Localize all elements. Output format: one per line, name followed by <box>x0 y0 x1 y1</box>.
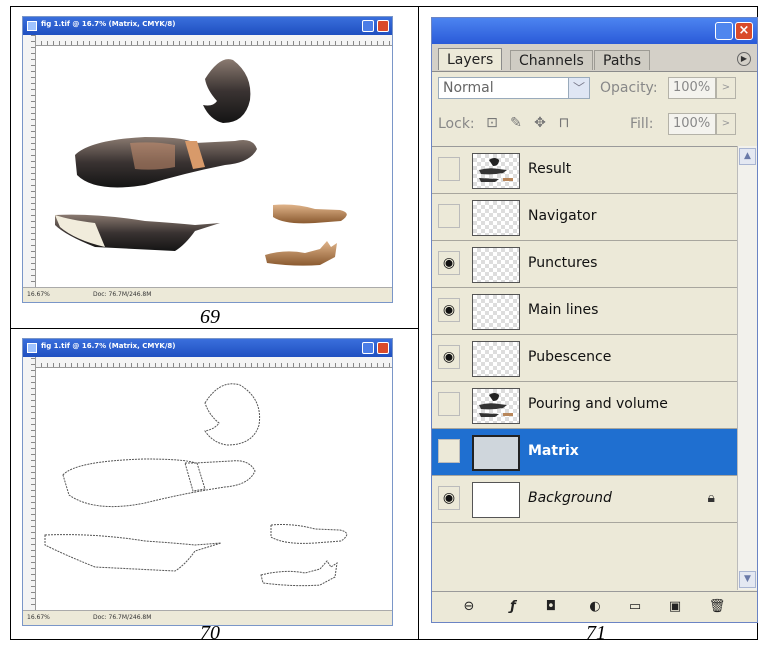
visibility-toggle[interactable] <box>438 392 460 416</box>
link-layers-icon[interactable]: ⊖ <box>460 598 478 616</box>
lock-image-icon[interactable]: ✎ <box>508 115 524 131</box>
photoshop-doc-icon <box>27 343 37 353</box>
grid-bottom <box>10 639 758 640</box>
layer-thumbnail <box>472 341 520 377</box>
eye-icon[interactable]: ◉ <box>438 345 460 369</box>
caption-71: 71 <box>586 622 606 644</box>
layer-result[interactable]: Result <box>432 147 737 194</box>
layer-name: Background <box>528 490 612 506</box>
document-canvas[interactable] <box>35 45 392 288</box>
layer-matrix[interactable]: Matrix <box>432 429 737 476</box>
layer-name: Punctures <box>528 255 598 271</box>
visibility-toggle[interactable] <box>438 204 460 228</box>
opacity-label: Opacity: <box>600 80 658 96</box>
layer-name: Main lines <box>528 302 599 318</box>
doc-size: Doc: 76.7M/246.8M <box>93 614 152 621</box>
doc-titlebar: fig 1.tif @ 16.7% (Matrix, CMYK/8) <box>23 339 392 357</box>
layers-list: Result Navigator ◉ Punctures ◉ Main line… <box>432 146 737 591</box>
document-canvas[interactable] <box>35 367 392 611</box>
photoshop-doc-icon <box>27 21 37 31</box>
layer-thumbnail <box>472 200 520 236</box>
layer-mask-icon[interactable]: ◘ <box>542 598 560 616</box>
insect-parts-color <box>55 59 347 266</box>
minimize-icon[interactable] <box>362 342 374 354</box>
layer-background[interactable]: ◉ Background 🔒︎ <box>432 476 737 523</box>
tab-layers[interactable]: Layers <box>438 48 503 70</box>
layer-name: Matrix <box>528 443 579 459</box>
zoom-level[interactable]: 16.67% <box>27 291 50 298</box>
layer-pubescence[interactable]: ◉ Pubescence <box>432 335 737 382</box>
document-window-69: fig 1.tif @ 16.7% (Matrix, CMYK/8) 16.67… <box>22 16 393 303</box>
fill-arrow-icon[interactable]: > <box>716 113 736 135</box>
lock-label: Lock: <box>438 116 475 132</box>
lock-transparent-icon[interactable]: ⊡ <box>484 115 500 131</box>
grid-left <box>10 6 11 640</box>
doc-title: fig 1.tif @ 16.7% (Matrix, CMYK/8) <box>41 20 176 28</box>
panel-tabs: Layers Channels Paths ▶ <box>432 44 757 72</box>
eye-icon[interactable]: ◉ <box>438 251 460 275</box>
lock-row: Lock: ⊡ ✎ ✥ ⊓ Fill: 100% > <box>432 108 757 142</box>
scroll-up-icon[interactable]: ▲ <box>739 148 756 165</box>
doc-titlebar: fig 1.tif @ 16.7% (Matrix, CMYK/8) <box>23 17 392 35</box>
doc-title: fig 1.tif @ 16.7% (Matrix, CMYK/8) <box>41 342 176 350</box>
close-icon[interactable] <box>377 342 389 354</box>
layer-name: Pubescence <box>528 349 612 365</box>
panel-titlebar: × <box>432 18 757 44</box>
blend-row: Normal ﹀ Opacity: 100% > <box>432 72 757 106</box>
visibility-toggle[interactable] <box>438 157 460 181</box>
layer-punctures[interactable]: ◉ Punctures <box>432 241 737 288</box>
eye-icon[interactable]: ◉ <box>438 298 460 322</box>
grid-top <box>10 6 758 7</box>
layer-thumbnail <box>472 482 520 518</box>
lock-position-icon[interactable]: ✥ <box>532 115 548 131</box>
tab-paths[interactable]: Paths <box>594 50 651 70</box>
caption-70: 70 <box>200 622 220 644</box>
fill-label: Fill: <box>630 116 654 132</box>
layer-thumbnail <box>472 294 520 330</box>
layer-thumbnail <box>472 247 520 283</box>
chevron-down-icon: ﹀ <box>568 78 589 98</box>
layer-thumbnail <box>472 435 520 471</box>
layer-style-icon[interactable]: ƒ <box>504 598 522 616</box>
doc-status-bar: 16.67% Doc: 76.7M/246.8M <box>23 287 392 302</box>
insect-parts-outline <box>44 383 348 587</box>
doc-size: Doc: 76.7M/246.8M <box>93 291 152 298</box>
layer-thumbnail <box>472 153 520 189</box>
new-layer-icon[interactable]: ▣ <box>666 598 684 616</box>
layer-pouring-and-volume[interactable]: Pouring and volume <box>432 382 737 429</box>
layers-panel: × Layers Channels Paths ▶ Normal ﹀ Opaci… <box>431 17 758 623</box>
delete-layer-icon[interactable]: 🗑︎ <box>708 598 726 616</box>
layers-scrollbar[interactable]: ▲ ▼ <box>737 146 757 590</box>
close-icon[interactable]: × <box>735 22 753 40</box>
opacity-field[interactable]: 100% <box>668 77 716 99</box>
close-icon[interactable] <box>377 20 389 32</box>
visibility-toggle[interactable] <box>438 439 460 463</box>
minimize-icon[interactable] <box>715 22 733 40</box>
blend-mode-value: Normal <box>443 80 494 96</box>
minimize-icon[interactable] <box>362 20 374 32</box>
layer-thumbnail <box>472 388 520 424</box>
layer-navigator[interactable]: Navigator <box>432 194 737 241</box>
opacity-arrow-icon[interactable]: > <box>716 77 736 99</box>
layer-name: Result <box>528 161 572 177</box>
layer-name: Pouring and volume <box>528 396 668 412</box>
panel-bottom-bar: ⊖ ƒ ◘ ◐ ▭ ▣ 🗑︎ <box>432 591 757 622</box>
document-window-70: fig 1.tif @ 16.7% (Matrix, CMYK/8) 16.67… <box>22 338 393 626</box>
scroll-down-icon[interactable]: ▼ <box>739 571 756 588</box>
eye-icon[interactable]: ◉ <box>438 486 460 510</box>
zoom-level[interactable]: 16.67% <box>27 614 50 621</box>
fill-field[interactable]: 100% <box>668 113 716 135</box>
adjustment-layer-icon[interactable]: ◐ <box>586 598 604 616</box>
new-group-icon[interactable]: ▭ <box>626 598 644 616</box>
caption-69: 69 <box>200 306 220 328</box>
grid-center <box>418 6 419 640</box>
layer-main-lines[interactable]: ◉ Main lines <box>432 288 737 335</box>
tab-channels[interactable]: Channels <box>510 50 593 70</box>
lock-all-icon[interactable]: ⊓ <box>556 115 572 131</box>
panel-menu-icon[interactable]: ▶ <box>737 52 751 66</box>
layer-name: Navigator <box>528 208 597 224</box>
blend-mode-select[interactable]: Normal ﹀ <box>438 77 590 99</box>
lock-icon: 🔒︎ <box>707 490 715 506</box>
